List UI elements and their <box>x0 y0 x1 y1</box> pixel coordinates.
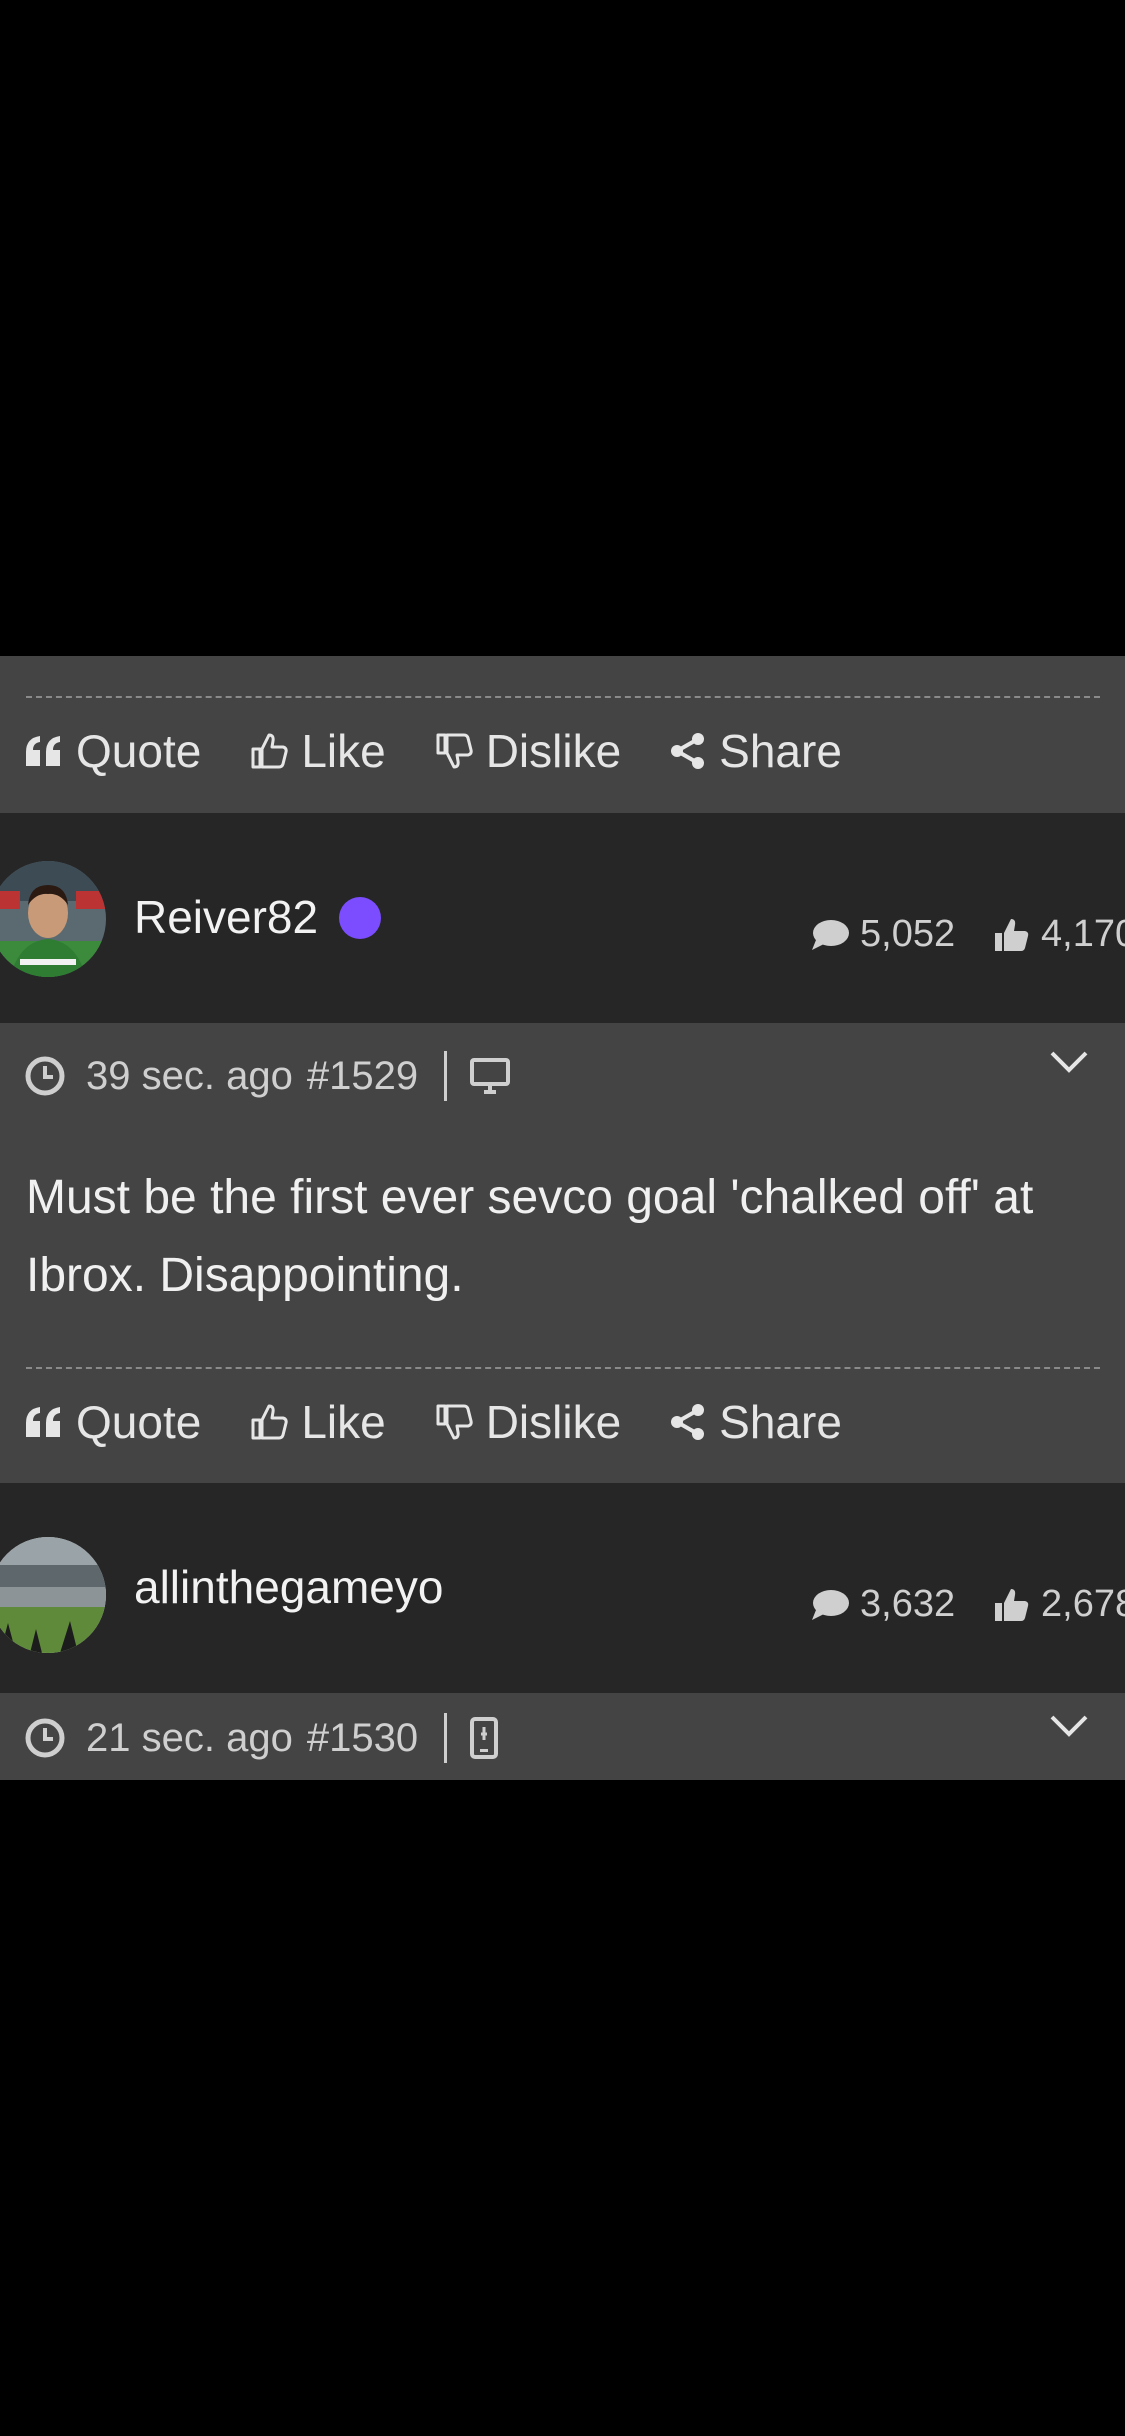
post-2: 21 sec. ago #1530 <box>0 1693 1125 1780</box>
share-label: Share <box>719 1396 842 1448</box>
post-number[interactable]: #1530 <box>307 1716 418 1761</box>
thumbs-up-icon <box>251 733 288 769</box>
divider <box>26 1367 1100 1369</box>
quote-label: Quote <box>76 725 202 777</box>
divider <box>26 696 1100 698</box>
quote-button[interactable]: Quote <box>24 1395 201 1449</box>
like-button[interactable]: Like <box>249 724 386 778</box>
mobile-icon <box>470 1717 499 1759</box>
thumbs-down-icon <box>436 733 473 769</box>
post-count-value: 3,632 <box>860 1583 956 1625</box>
share-icon <box>671 733 705 769</box>
post-time: 21 sec. ago <box>86 1715 293 1760</box>
thumbs-up-filled-icon <box>995 918 1029 951</box>
thumbs-up-icon <box>251 1404 288 1440</box>
post-1: 39 sec. ago #1529 Must be the first ever… <box>0 1023 1125 1483</box>
online-badge <box>339 897 381 939</box>
like-count: 2,678 <box>993 1583 1125 1626</box>
avatar[interactable] <box>0 1537 106 1653</box>
like-label: Like <box>301 725 386 777</box>
post-header: allinthegameyo 3,632 2,678 <box>0 1483 1125 1693</box>
share-icon <box>671 1404 705 1440</box>
post-header: Reiver82 5,052 4,170 <box>0 813 1125 1023</box>
post-meta: 21 sec. ago #1530 <box>24 1713 499 1763</box>
post-time: 39 sec. ago <box>86 1053 293 1098</box>
dislike-button[interactable]: Dislike <box>434 724 621 778</box>
like-button[interactable]: Like <box>249 1395 386 1449</box>
share-label: Share <box>719 725 842 777</box>
chevron-down-icon[interactable] <box>1049 1049 1089 1075</box>
thumbs-down-icon <box>436 1404 473 1440</box>
post-actions: Quote Like Dislike Share <box>24 1395 890 1449</box>
desktop-icon <box>470 1058 511 1094</box>
like-label: Like <box>301 1396 386 1448</box>
username[interactable]: Reiver82 <box>134 890 318 944</box>
dislike-label: Dislike <box>485 725 622 777</box>
like-count-value: 2,678 <box>1041 1583 1125 1625</box>
chevron-down-icon[interactable] <box>1049 1713 1089 1739</box>
dislike-label: Dislike <box>485 1396 622 1448</box>
post-actions: Quote Like Dislike Share <box>24 724 890 778</box>
dislike-button[interactable]: Dislike <box>434 1395 621 1449</box>
quote-button[interactable]: Quote <box>24 724 201 778</box>
avatar[interactable] <box>0 861 106 977</box>
thumbs-up-filled-icon <box>995 1588 1029 1621</box>
post-count-value: 5,052 <box>860 913 956 955</box>
speech-bubble-icon <box>812 1589 849 1620</box>
quote-label: Quote <box>76 1396 202 1448</box>
like-count: 4,170 <box>993 913 1125 956</box>
speech-bubble-icon <box>812 919 849 950</box>
like-count-value: 4,170 <box>1041 913 1125 955</box>
share-button[interactable]: Share <box>669 1395 842 1449</box>
post-body: Must be the first ever sevco goal 'chalk… <box>26 1171 1034 1302</box>
clock-icon <box>25 1056 65 1096</box>
post-meta: 39 sec. ago #1529 <box>24 1051 511 1101</box>
quote-icon <box>26 736 60 766</box>
post-count: 5,052 <box>810 913 955 956</box>
post-count: 3,632 <box>810 1583 955 1626</box>
share-button[interactable]: Share <box>669 724 842 778</box>
username[interactable]: allinthegameyo <box>134 1560 443 1614</box>
prev-post-footer: Quote Like Dislike Share <box>0 656 1125 813</box>
quote-icon <box>26 1407 60 1437</box>
clock-icon <box>25 1718 65 1758</box>
post-number[interactable]: #1529 <box>307 1054 418 1099</box>
